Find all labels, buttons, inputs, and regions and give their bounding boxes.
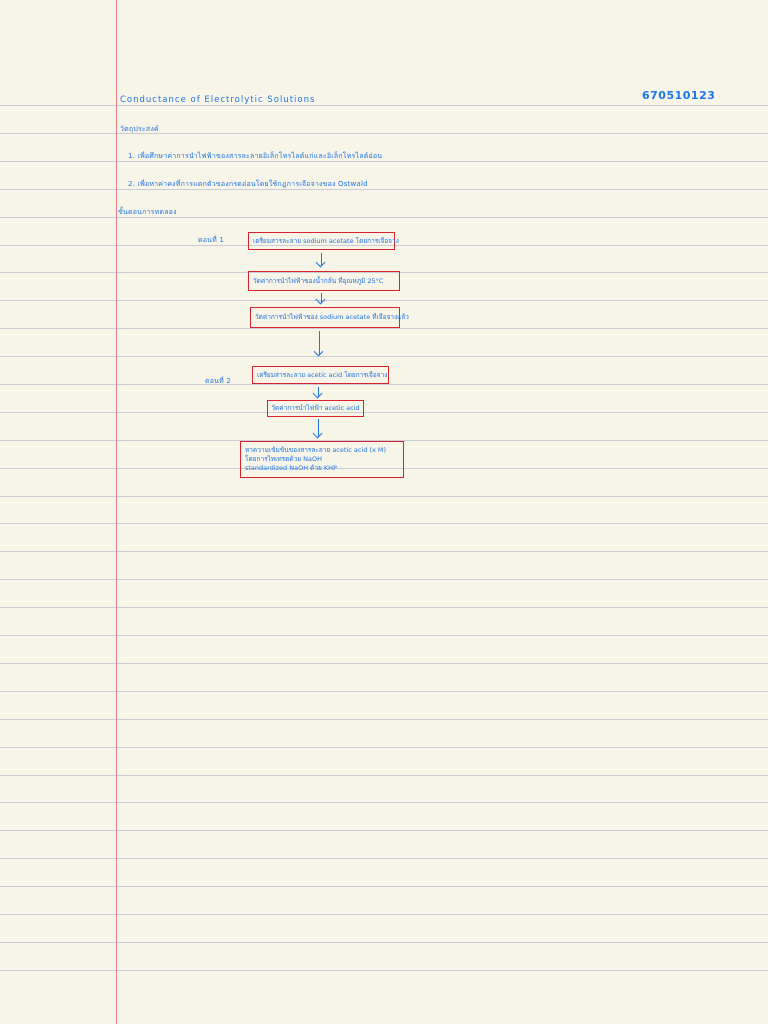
flow-step-line: standardized NaOH ด้วย KHP [245, 464, 337, 472]
flow-step: วัดค่าการนำไฟฟ้าของ sodium acetate ที่เจ… [250, 307, 409, 328]
procedure-heading: ขั้นตอนการทดลอง [118, 208, 177, 216]
arrow-down-icon [321, 293, 322, 303]
objectives-heading: วัตถุประสงค์ [120, 125, 159, 133]
flow-step: วัดค่าการนำไฟฟ้า acetic acid [267, 400, 364, 417]
note-title: Conductance of Electrolytic Solutions [120, 95, 316, 105]
flow-step: วัดค่าการนำไฟฟ้าของน้ำกลั่น ที่อุณหภูมิ … [248, 271, 400, 291]
flow-step: เตรียมสารละลาย acetic acid โดยการเจือจาง [252, 366, 389, 384]
arrow-down-icon [321, 253, 322, 266]
arrow-down-icon [319, 331, 320, 355]
flow-step-final: หาความเข้มข้นของสารละลาย acetic acid (x … [240, 441, 404, 478]
objective-item: 1. เพื่อศึกษาค่าการนำไฟฟ้าของสารละลายอิเ… [128, 152, 383, 160]
arrow-down-icon [318, 387, 319, 397]
flow-step: เตรียมสารละลาย sodium acetate โดยการเจือ… [248, 232, 399, 250]
arrow-down-icon [318, 419, 319, 437]
part2-label: ตอนที่ 2 [205, 377, 232, 385]
objective-item: 2. เพื่อหาค่าคงที่การแตกตัวของกรดอ่อนโดย… [128, 180, 368, 188]
part1-label: ตอนที่ 1 [198, 236, 225, 244]
student-id: 670510123 [642, 89, 716, 102]
flow-step-line: หาความเข้มข้นของสารละลาย acetic acid (x … [245, 446, 387, 454]
flow-step-line: โดยการไทเทรตด้วย NaOH [245, 455, 322, 463]
margin-line [116, 0, 117, 1024]
